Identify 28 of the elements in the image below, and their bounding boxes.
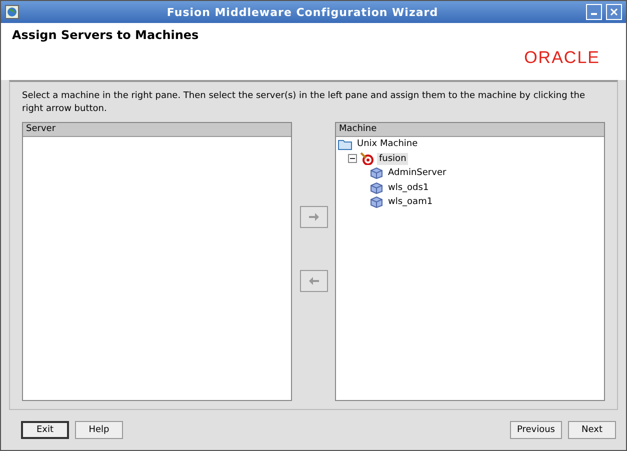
window-title: Fusion Middleware Configuration Wizard [166, 6, 440, 18]
server-cube-icon [370, 167, 383, 180]
tree-item[interactable]: wls_oam1 [386, 196, 435, 208]
close-icon [610, 8, 618, 16]
instructions-text: Select a machine in the right pane. Then select the server(s) in the left pane and assign them to the machine by clicking the right arrow button. [22, 90, 586, 116]
pane-heading: Machine [336, 123, 604, 137]
tree-item[interactable]: Unix Machine [355, 138, 420, 150]
footer-button[interactable]: Help [75, 421, 123, 439]
machine-tree[interactable]: Machine Unix Machine fusion AdminServer wls_ods1 wls_oam1 [335, 122, 605, 401]
footer-button[interactable]: Previous [510, 421, 562, 439]
close-button[interactable] [606, 4, 622, 20]
tree-item[interactable]: fusion [377, 152, 408, 165]
machine-icon [360, 152, 374, 166]
minimize-button[interactable] [586, 4, 602, 20]
tree-item[interactable]: wls_ods1 [386, 182, 431, 194]
right-arrow-icon [308, 213, 318, 221]
pane-heading: Server [23, 123, 291, 137]
server-cube-icon [370, 196, 383, 208]
footer-button[interactable]: Next [568, 421, 616, 439]
tree-item[interactable]: AdminServer [386, 167, 448, 180]
server-cube-icon [370, 182, 383, 194]
server-list[interactable]: Server [22, 122, 292, 401]
globe-icon [5, 5, 19, 19]
collapse-icon[interactable] [348, 154, 357, 164]
page-title: Assign Servers to Machines [12, 28, 199, 44]
footer-button[interactable]: Exit [21, 421, 69, 439]
left-arrow-icon [308, 277, 318, 285]
logo: ORACLE [524, 48, 600, 68]
